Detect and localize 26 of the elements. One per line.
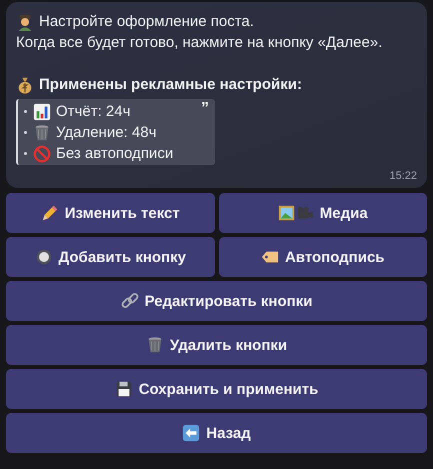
radio-button-icon [34,248,53,266]
money-bag-icon [16,76,34,94]
bar-chart-icon [33,102,51,120]
link-icon [120,292,139,310]
message-text: Настройте оформление поста. [39,12,254,32]
pencil-icon [40,204,59,222]
quote-text: Удаление: 48ч [56,123,156,143]
message-time: 15:22 [389,169,417,183]
keyboard-button[interactable]: Медиа [218,193,427,233]
quote-text: Без автоподписи [56,144,174,164]
keyboard-button[interactable]: Назад [6,413,427,453]
keyboard-button[interactable]: Сохранить и применить [6,369,427,409]
keyboard-button[interactable]: Автоподпись [218,237,427,277]
keyboard-button[interactable]: Удалить кнопки [6,325,427,365]
message-heading: Применены рекламные настройки: [39,75,302,95]
message-text: Когда все будет готово, нажмите на кнопку «Далее». [16,33,382,53]
keyboard-button[interactable]: Изменить текст [6,193,214,233]
prohibited-icon [33,144,51,162]
keyboard-button[interactable]: Редактировать кнопки [6,281,427,321]
trash-can-icon [33,124,51,142]
quote-mark: ” [201,101,209,119]
keyboard-button[interactable]: Добавить кнопку [6,237,214,277]
person-icon [16,12,34,30]
quote-text: Отчёт: 24ч [56,102,130,122]
picture-and-camera-icon [278,204,314,222]
trash-can-icon [146,336,164,354]
